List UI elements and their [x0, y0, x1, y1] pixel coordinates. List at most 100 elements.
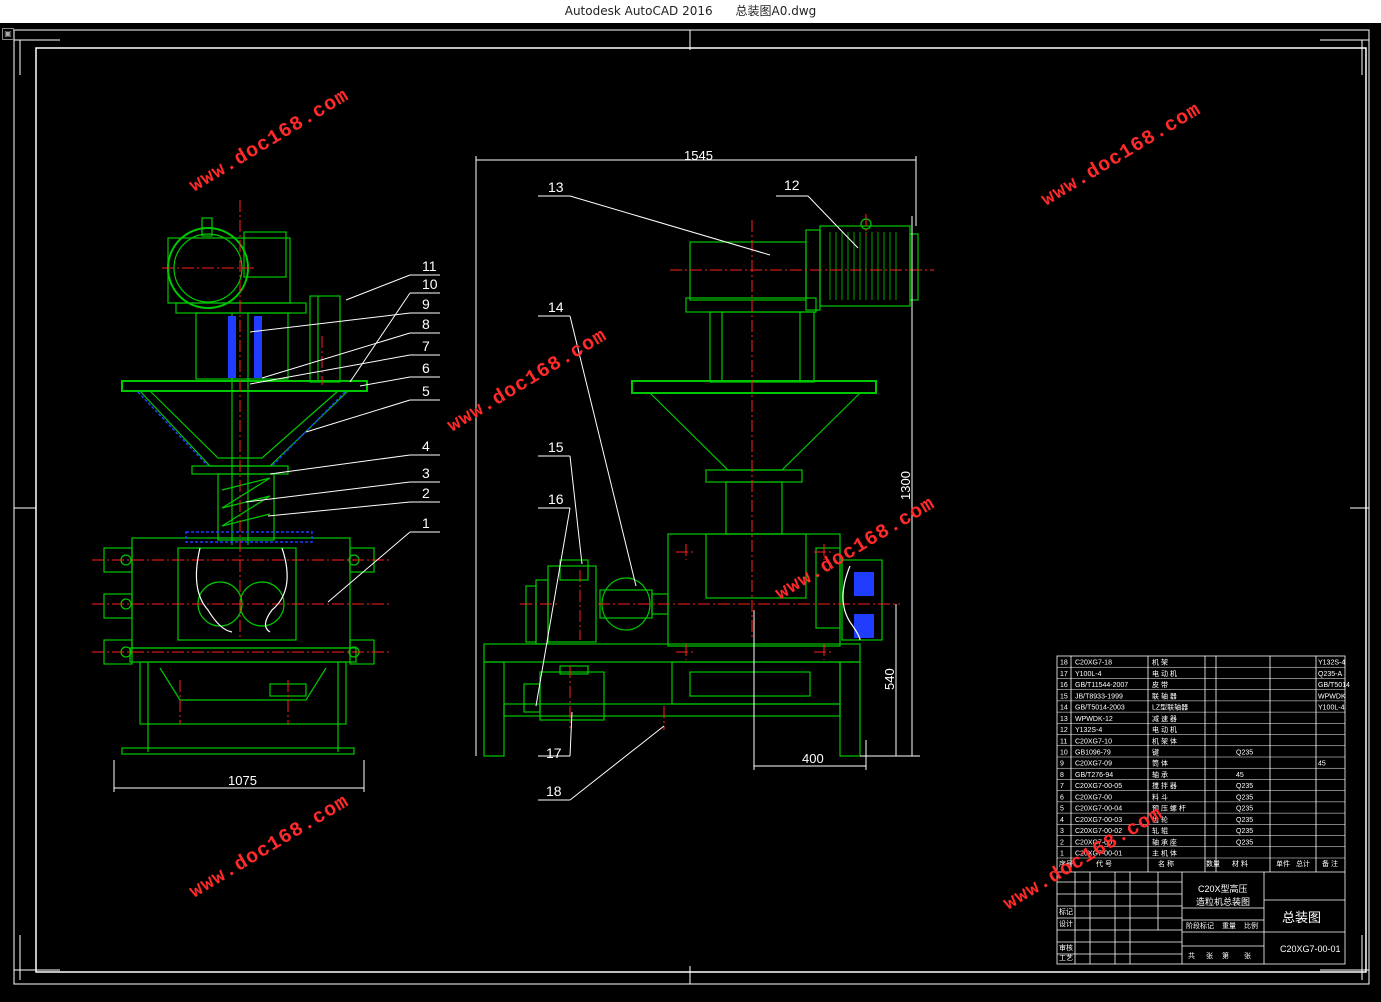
watermark-2: www.doc168.com [1038, 99, 1206, 212]
app-title: Autodesk AutoCAD 2016 [564, 4, 713, 18]
part-label-11: 11 [422, 258, 437, 274]
bom-cell-code: C20XG7-00-04 [1075, 806, 1122, 813]
bom-cell-note: Y100L-4 [1318, 705, 1345, 712]
sign-process: 工艺 [1059, 954, 1073, 962]
bom-cell-code: C20XG7-00 [1075, 794, 1112, 801]
sign-design: 设计 [1059, 919, 1073, 928]
bom-cell-no: 5 [1060, 806, 1064, 813]
bom-cell-code: WPWDK-12 [1075, 716, 1113, 723]
bom-cell-material: Q235 [1236, 750, 1253, 757]
cad-drawing[interactable]: 11 10 9 8 7 6 5 4 3 2 1 1075 13 12 14 15… [0, 23, 1381, 998]
part-label-2: 2 [422, 485, 430, 501]
front-view-hidden-lines [137, 391, 346, 543]
bom-cell-note: WPWDK [1318, 693, 1346, 700]
stage-weight: 重量 [1222, 922, 1236, 930]
bom-cell-note: 45 [1318, 761, 1326, 768]
bom-col-note: 备 注 [1322, 859, 1338, 868]
bom-cell-code: C20XG7-18 [1075, 660, 1112, 667]
dimension-1300: 1300 [898, 471, 913, 500]
watermark-5: www.doc168.com [186, 791, 354, 904]
bom-cell-material: Q235 [1236, 783, 1253, 790]
bom-col-mat: 材 料 [1232, 859, 1248, 868]
stage-scale: 比例 [1244, 921, 1258, 930]
bom-cell-material: Q235 [1236, 839, 1253, 846]
bom-cell-no: 3 [1060, 828, 1064, 835]
bom-cell-code: GB1096-79 [1075, 750, 1111, 757]
file-title: 总装图A0.dwg [735, 4, 817, 18]
bom-col-unit: 单件 [1276, 859, 1290, 868]
bom-cell-material: 45 [1236, 772, 1244, 779]
part-label-8: 8 [422, 316, 430, 332]
bom-cell-name: 电 动 机 [1152, 669, 1177, 678]
bom-cell-code: C20XG7-00-03 [1075, 817, 1122, 824]
bom-cell-no: 6 [1060, 794, 1064, 801]
front-view [103, 217, 375, 755]
front-leaders [245, 274, 440, 603]
part-label-17: 17 [546, 745, 562, 761]
bom-cell-name: 减 速 器 [1152, 714, 1177, 723]
bom-cell-no: 2 [1060, 839, 1064, 846]
sheet-no: 第 [1222, 951, 1229, 960]
part-label-10: 10 [422, 276, 438, 292]
part-label-13: 13 [548, 179, 564, 195]
bom-cell-no: 15 [1060, 693, 1068, 700]
bom-cell-name: 主 机 体 [1152, 849, 1177, 858]
watermark-1: www.doc168.com [186, 85, 354, 198]
bom-cell-no: 9 [1060, 761, 1064, 768]
part-label-16: 16 [548, 491, 564, 507]
bom-cell-code: GB/T5014-2003 [1075, 705, 1125, 712]
bom-cell-code: C20XG7-09 [1075, 761, 1112, 768]
watermarks: www.doc168.com www.doc168.com www.doc168… [186, 85, 1206, 916]
bom-cell-no: 7 [1060, 783, 1064, 790]
drawing-name: 总装图 [1282, 910, 1321, 925]
bom-cell-name: 搅 拌 器 [1152, 781, 1177, 790]
bom-cell-code: GB/T276-94 [1075, 772, 1113, 779]
sheet-total: 共 [1188, 951, 1195, 960]
bom-cell-no: 14 [1060, 705, 1068, 712]
side-dimensions [475, 156, 920, 770]
side-leaders [535, 195, 859, 801]
bom-cell-name: 轴 承 座 [1152, 837, 1177, 846]
bom-cell-material: Q235 [1236, 794, 1253, 801]
bom-cell-name: LZ型联轴器 [1152, 703, 1188, 712]
bom-cell-code: C20XG7-10 [1075, 738, 1112, 745]
bom-col-qty: 数量 [1206, 859, 1220, 868]
bom-cell-code: Y132S-4 [1075, 727, 1102, 734]
title-line-2: 造粒机总装图 [1196, 896, 1250, 907]
part-label-7: 7 [422, 338, 430, 354]
bom-cell-no: 10 [1060, 750, 1068, 757]
sheet-unit-1: 张 [1206, 951, 1213, 960]
part-label-9: 9 [422, 296, 430, 312]
sign-review: 审核 [1059, 943, 1073, 952]
bom-cell-name: 机 架 体 [1152, 736, 1177, 745]
part-label-18: 18 [546, 783, 562, 799]
bom-cell-name: 皮 带 [1152, 680, 1168, 689]
front-view-white-curves [195, 547, 288, 633]
bom-cell-no: 18 [1060, 660, 1068, 667]
bom-col-name: 名 称 [1158, 859, 1174, 868]
front-label-list: 11 10 9 8 7 6 5 4 3 2 1 [422, 258, 438, 531]
sheet-unit-2: 张 [1244, 951, 1251, 960]
bom-cell-no: 12 [1060, 727, 1068, 734]
sign-mark: 标记 [1059, 907, 1073, 916]
bom-cell-material: Q235 [1236, 806, 1253, 813]
bom-cell-name: 机 架 [1152, 658, 1168, 667]
bom-cell-code: Y100L-4 [1075, 671, 1102, 678]
part-label-4: 4 [422, 438, 430, 454]
bom-cell-no: 4 [1060, 817, 1064, 824]
dimension-1075: 1075 [228, 773, 257, 788]
window-title-bar: Autodesk AutoCAD 2016 总装图A0.dwg [0, 0, 1381, 24]
drawing-canvas[interactable]: 11 10 9 8 7 6 5 4 3 2 1 1075 13 12 14 15… [0, 23, 1381, 998]
bom-cell-code: JB/T8933-1999 [1075, 693, 1123, 700]
viewport-icon[interactable]: ▣ [2, 28, 14, 40]
bom-cell-name: 键 [1152, 748, 1159, 757]
dimension-400: 400 [802, 751, 824, 766]
part-label-5: 5 [422, 383, 430, 399]
bom-cell-code: C20XG7-00-05 [1075, 783, 1122, 790]
bom-cell-material: Q235 [1236, 817, 1253, 824]
bom-cell-no: 16 [1060, 682, 1068, 689]
bom-cell-note: Q235-A [1318, 671, 1342, 678]
dimension-540: 540 [882, 668, 897, 690]
part-label-14: 14 [548, 299, 564, 315]
bom-cell-material: Q235 [1236, 828, 1253, 835]
